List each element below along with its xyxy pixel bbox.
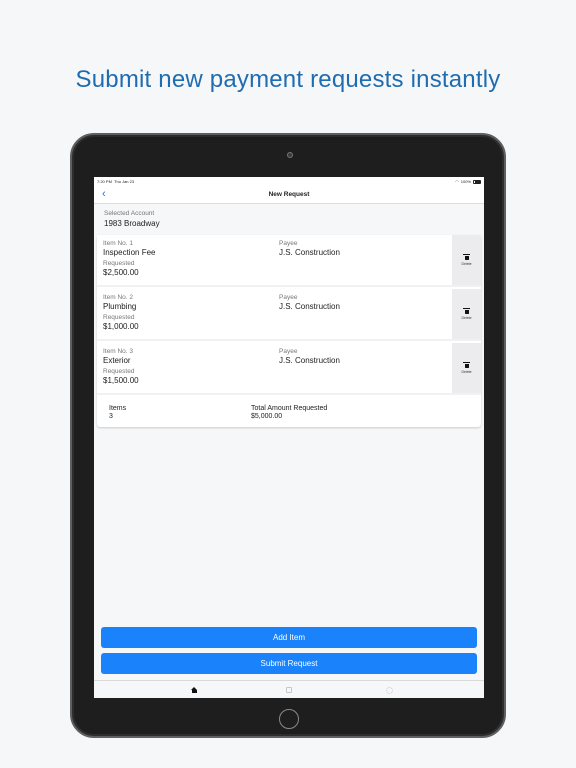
camera-dot	[287, 152, 293, 158]
item-amount: $1,000.00	[103, 322, 139, 331]
items-card: Item No. 1 Inspection Fee Requested $2,5…	[97, 235, 481, 427]
list-item[interactable]: Item No. 3 Exterior Requested $1,500.00 …	[97, 343, 481, 395]
battery-percent: 100%	[460, 179, 471, 184]
requested-label: Requested	[103, 314, 135, 321]
requested-label: Requested	[103, 368, 135, 375]
tablet-frame: 7:20 PM Thu Jan 23 ◠ 100% ‹ New Request …	[70, 133, 506, 738]
status-bar: 7:20 PM Thu Jan 23 ◠ 100%	[94, 177, 484, 186]
status-time: 7:20 PM	[97, 179, 112, 184]
delete-label: Delete	[461, 370, 472, 374]
item-name: Plumbing	[103, 302, 137, 311]
payee-name: J.S. Construction	[279, 302, 340, 311]
status-date: Thu Jan 23	[114, 179, 135, 184]
item-number: Item No. 2	[103, 294, 133, 301]
navigation-bar: ‹ New Request	[94, 186, 484, 204]
selected-account: Selected Account 1983 Broadway	[94, 204, 484, 235]
item-number: Item No. 3	[103, 348, 133, 355]
home-icon	[190, 686, 198, 694]
headline: Submit new payment requests instantly	[75, 66, 501, 93]
account-label: Selected Account	[104, 210, 155, 217]
item-name: Inspection Fee	[103, 248, 156, 257]
battery-icon	[473, 179, 481, 184]
settings-icon	[385, 686, 393, 694]
payee-label: Payee	[279, 348, 298, 355]
app-screen: 7:20 PM Thu Jan 23 ◠ 100% ‹ New Request …	[94, 177, 484, 698]
back-chevron-icon[interactable]: ‹	[102, 189, 106, 200]
tab-bar	[94, 680, 484, 698]
add-item-button[interactable]: Add Item	[101, 627, 477, 648]
trash-icon	[463, 254, 470, 261]
delete-button[interactable]: Delete	[452, 289, 481, 339]
delete-label: Delete	[461, 262, 472, 266]
item-name: Exterior	[103, 356, 131, 365]
submit-request-button[interactable]: Submit Request	[101, 653, 477, 674]
tab-profile[interactable]	[284, 685, 294, 695]
profile-icon	[286, 687, 292, 693]
delete-label: Delete	[461, 316, 472, 320]
delete-button[interactable]: Delete	[452, 235, 481, 285]
delete-button[interactable]: Delete	[452, 343, 481, 393]
tab-home[interactable]	[189, 685, 199, 695]
trash-icon	[463, 308, 470, 315]
list-item[interactable]: Item No. 2 Plumbing Requested $1,000.00 …	[97, 289, 481, 341]
payee-label: Payee	[279, 294, 298, 301]
account-value: 1983 Broadway	[104, 219, 160, 228]
items-count-label: Items	[109, 405, 127, 412]
payee-label: Payee	[279, 240, 298, 247]
wifi-icon: ◠	[455, 179, 459, 184]
tab-settings[interactable]	[384, 685, 394, 695]
payee-name: J.S. Construction	[279, 356, 340, 365]
payee-name: J.S. Construction	[279, 248, 340, 257]
trash-icon	[463, 362, 470, 369]
home-button[interactable]	[279, 709, 299, 729]
requested-label: Requested	[103, 260, 135, 267]
items-count-value: 3	[109, 412, 113, 420]
item-amount: $1,500.00	[103, 376, 139, 385]
item-number: Item No. 1	[103, 240, 133, 247]
list-item[interactable]: Item No. 1 Inspection Fee Requested $2,5…	[97, 235, 481, 287]
request-summary: Items 3 Total Amount Requested $5,000.00	[97, 397, 481, 427]
item-amount: $2,500.00	[103, 268, 139, 277]
total-label: Total Amount Requested	[251, 405, 328, 412]
total-value: $5,000.00	[251, 412, 283, 420]
nav-title: New Request	[268, 191, 310, 198]
